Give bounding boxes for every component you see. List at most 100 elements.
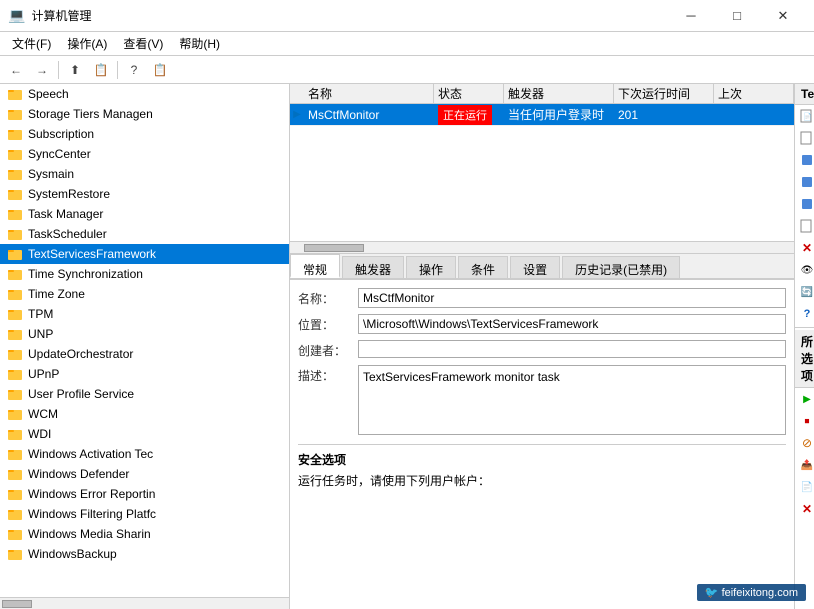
tree-item-winfilter[interactable]: Windows Filtering Platfc (0, 504, 289, 524)
toolbar-back[interactable]: ← (4, 59, 28, 81)
detail-location-value: \Microsoft\Windows\TextServicesFramework (358, 314, 786, 334)
detail-desc-box[interactable] (358, 365, 786, 435)
close-button[interactable]: ✕ (760, 0, 806, 32)
tab-triggers[interactable]: 触发器 (342, 256, 404, 278)
tree-label: WCM (28, 407, 58, 421)
menu-view[interactable]: 查看(V) (115, 33, 171, 54)
detail-desc-label: 描述： (298, 365, 358, 384)
task-row-msctfmonitor[interactable]: ▶ MsCtfMonitor 正在运行 当任何用户登录时 201 (290, 104, 794, 126)
tree-hscroll[interactable] (0, 597, 289, 609)
col-header-status[interactable]: 状态 (434, 84, 504, 103)
col-header-lastrun[interactable]: 上次 (714, 84, 794, 103)
folder-icon (8, 106, 24, 122)
tree-item-speech[interactable]: Speech (0, 84, 289, 104)
tab-history[interactable]: 历史记录(已禁用) (562, 256, 680, 278)
action-export2[interactable]: 📤 导... (795, 454, 814, 476)
tab-bar: 常规 触发器 操作 条件 设置 历史记录(已禁用) (290, 254, 794, 280)
tree-item-winmedia[interactable]: Windows Media Sharin (0, 524, 289, 544)
tree-item-subscription[interactable]: Subscription (0, 124, 289, 144)
col-header-nextrun[interactable]: 下次运行时间 (614, 84, 714, 103)
tree-item-updateorch[interactable]: UpdateOrchestrator (0, 344, 289, 364)
folder-icon (8, 166, 24, 182)
tree-item-unp[interactable]: UNP (0, 324, 289, 344)
tree-item-userprofile[interactable]: User Profile Service (0, 384, 289, 404)
action-disable[interactable]: ⊘ 禁用 (795, 432, 814, 454)
action-view[interactable]: 👁 查看 ▶ (795, 259, 814, 281)
menu-action[interactable]: 操作(A) (59, 33, 115, 54)
action-export1[interactable]: 导... (795, 149, 814, 171)
tree-item-taskscheduler[interactable]: TaskScheduler (0, 224, 289, 244)
tree-item-synccenter[interactable]: SyncCenter (0, 144, 289, 164)
minimize-button[interactable]: ─ (668, 0, 714, 32)
action-delete2[interactable]: ✕ 删除 (795, 498, 814, 520)
action-show1[interactable]: 显... (795, 171, 814, 193)
tree-item-textservices[interactable]: TextServicesFramework (0, 244, 289, 264)
tree-item-winactivation[interactable]: Windows Activation Tec (0, 444, 289, 464)
tree-item-wcm[interactable]: WCM (0, 404, 289, 424)
run-icon: ▶ (799, 391, 814, 407)
action-create1[interactable]: 📄 创... (795, 105, 814, 127)
action-create2[interactable]: 创... (795, 127, 814, 149)
tree-item-tpm[interactable]: TPM (0, 304, 289, 324)
tab-conditions[interactable]: 条件 (458, 256, 508, 278)
tab-general[interactable]: 常规 (290, 254, 340, 278)
tree-scroll[interactable]: Speech Storage Tiers Managen Subscriptio… (0, 84, 289, 597)
tree-item-taskmanager[interactable]: Task Manager (0, 204, 289, 224)
toolbar-forward[interactable]: → (30, 59, 54, 81)
maximize-button[interactable]: □ (714, 0, 760, 32)
action-new1[interactable]: 新... (795, 215, 814, 237)
security-section: 安全选项 运行任务时，请使用下列用户帐户： (298, 444, 786, 489)
action-delete1[interactable]: ✕ 删除... (795, 237, 814, 259)
tree-item-systemrestore[interactable]: SystemRestore (0, 184, 289, 204)
tab-actions[interactable]: 操作 (406, 256, 456, 278)
toolbar-sep2 (117, 61, 118, 79)
tree-item-windefender[interactable]: Windows Defender (0, 464, 289, 484)
tree-item-sysmain[interactable]: Sysmain (0, 164, 289, 184)
tree-item-timesync[interactable]: Time Synchronization (0, 264, 289, 284)
task-trigger: 当任何用户登录时 (504, 106, 614, 123)
tree-label: Task Manager (28, 207, 103, 221)
action-run[interactable]: ▶ 运行 (795, 388, 814, 410)
tree-item-upnp[interactable]: UPnP (0, 364, 289, 384)
detail-scroll[interactable]: 名称： MsCtfMonitor 位置： \Microsoft\Windows\… (290, 280, 794, 609)
folder-icon (8, 226, 24, 242)
task-hscroll[interactable] (290, 241, 794, 253)
delete2-icon: ✕ (799, 501, 814, 517)
folder-icon (8, 126, 24, 142)
tree-item-storage[interactable]: Storage Tiers Managen (0, 104, 289, 124)
detail-location-box: \Microsoft\Windows\TextServicesFramework (358, 314, 786, 334)
detail-creator-label: 创建者： (298, 340, 358, 359)
folder-icon (8, 326, 24, 342)
folder-icon (8, 266, 24, 282)
tree-item-timezone[interactable]: Time Zone (0, 284, 289, 304)
toolbar-extra[interactable]: 📋 (148, 59, 172, 81)
action-properties[interactable]: 📄 属性 (795, 476, 814, 498)
action-refresh[interactable]: 🔄 刷新 (795, 281, 814, 303)
enable1-icon (799, 196, 814, 212)
task-list-scroll[interactable]: ▶ MsCtfMonitor 正在运行 当任何用户登录时 201 (290, 104, 794, 241)
action-enable1[interactable]: 启... (795, 193, 814, 215)
action-end[interactable]: ⏹ 结束... (795, 410, 814, 432)
action-section1-title: TextSe... ▲ (795, 84, 814, 105)
toolbar-help[interactable]: ? (122, 59, 146, 81)
tab-settings[interactable]: 设置 (510, 256, 560, 278)
folder-icon (8, 406, 24, 422)
action-help[interactable]: ? 帮助 (795, 303, 814, 325)
tree-item-wdi[interactable]: WDI (0, 424, 289, 444)
tree-hscroll-thumb (2, 600, 32, 608)
toolbar-show-hide[interactable]: 📋 (89, 59, 113, 81)
toolbar-up[interactable]: ⬆ (63, 59, 87, 81)
export1-icon (799, 152, 814, 168)
col-header-name[interactable]: 名称 (304, 84, 434, 103)
task-list-area: 名称 状态 触发器 下次运行时间 上次 ▶ MsCtfMonitor 正在运行 (290, 84, 794, 254)
detail-name-row: 名称： MsCtfMonitor (298, 288, 786, 308)
col-header-trigger[interactable]: 触发器 (504, 84, 614, 103)
tree-item-winbackup[interactable]: WindowsBackup (0, 544, 289, 564)
tree-item-winerror[interactable]: Windows Error Reportin (0, 484, 289, 504)
task-indicator: ▶ (290, 104, 304, 125)
menu-help[interactable]: 帮助(H) (171, 33, 228, 54)
task-list-header: 名称 状态 触发器 下次运行时间 上次 (290, 84, 794, 104)
action-scroll[interactable]: TextSe... ▲ 📄 创... 创... (795, 84, 814, 609)
menu-file[interactable]: 文件(F) (4, 33, 59, 54)
content-area: 名称 状态 触发器 下次运行时间 上次 ▶ MsCtfMonitor 正在运行 (290, 84, 814, 609)
